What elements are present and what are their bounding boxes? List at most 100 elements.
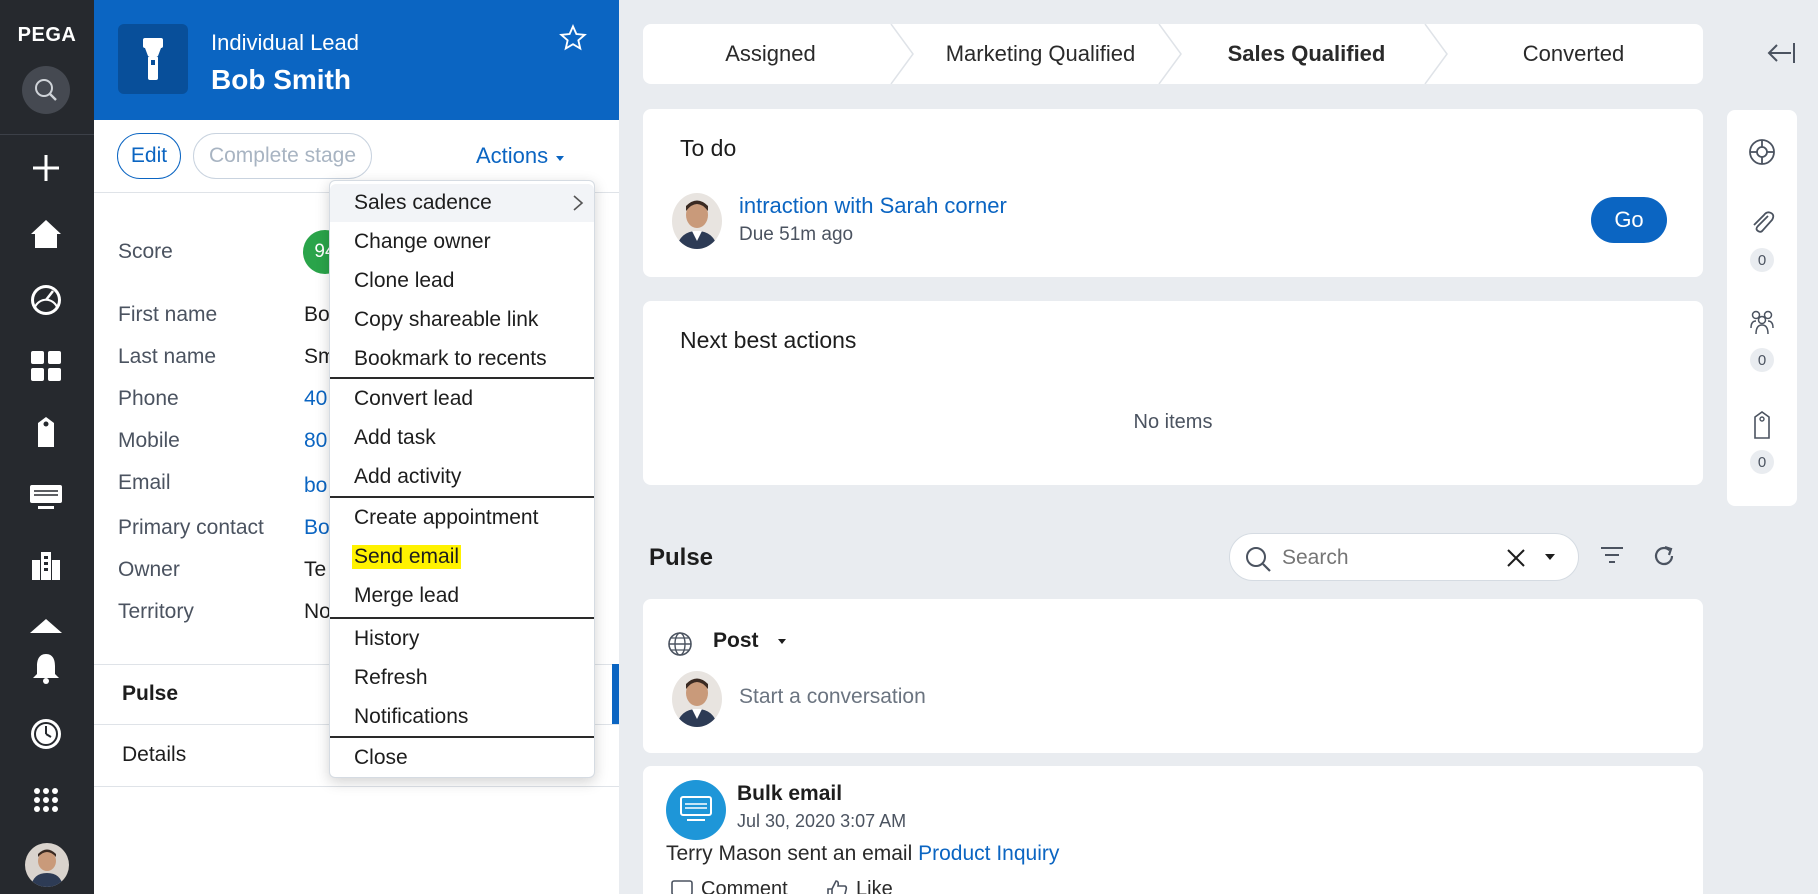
go-button[interactable]: Go [1591, 197, 1667, 243]
actions-menu-button[interactable]: Actions [476, 143, 565, 169]
search-icon[interactable] [22, 66, 70, 114]
menu-item-sales-cadence[interactable]: Sales cadence [330, 184, 594, 222]
actions-dropdown-menu: Sales cadence Change owner Clone lead Co… [329, 180, 595, 778]
help-lifebuoy-icon[interactable] [1748, 138, 1776, 166]
menu-item-create-appointment[interactable]: Create appointment [330, 499, 594, 537]
phone-label: Phone [118, 387, 179, 410]
like-button[interactable]: Like [826, 878, 893, 894]
email-link[interactable]: bo [304, 474, 327, 498]
chevron-right-icon [572, 194, 584, 218]
primary-contact-link[interactable]: Bo [304, 516, 330, 540]
phone-link[interactable]: 40 [304, 387, 327, 411]
attachments-count: 0 [1750, 248, 1774, 272]
tag-icon[interactable] [1748, 410, 1776, 439]
nav-divider [0, 134, 94, 135]
first-name-value: Bo [304, 303, 330, 326]
owner-label: Owner [118, 558, 180, 581]
menu-separator [330, 496, 594, 498]
complete-stage-button[interactable]: Complete stage [193, 133, 372, 179]
stage-marketing-qualified[interactable]: Marketing Qualified [913, 24, 1168, 84]
pulse-title: Pulse [649, 544, 714, 571]
edit-button[interactable]: Edit [117, 133, 181, 179]
comment-button[interactable]: Comment [671, 878, 788, 894]
stage-converted[interactable]: Converted [1446, 24, 1701, 84]
menu-item-clone-lead[interactable]: Clone lead [330, 262, 594, 300]
search-icon [1244, 545, 1272, 578]
pulse-search-input[interactable] [1282, 546, 1482, 570]
menu-item-close[interactable]: Close [330, 739, 594, 777]
menu-item-change-owner[interactable]: Change owner [330, 223, 594, 261]
case-type: Individual Lead [211, 30, 360, 55]
stage-sales-qualified[interactable]: Sales Qualified [1179, 24, 1434, 84]
next-best-actions-card: Next best actions No items [643, 301, 1703, 485]
filter-icon[interactable] [1599, 543, 1625, 572]
apps-icon[interactable] [22, 346, 70, 386]
grid-icon[interactable] [22, 780, 70, 820]
refresh-icon[interactable] [1651, 543, 1677, 574]
flashlight-icon [118, 24, 188, 94]
product-inquiry-link[interactable]: Product Inquiry [918, 842, 1059, 865]
last-name-label: Last name [118, 345, 217, 368]
menu-item-merge-lead[interactable]: Merge lead [330, 577, 594, 615]
conversation-input[interactable]: Start a conversation [739, 685, 926, 709]
collapse-panel-icon[interactable] [1765, 40, 1797, 66]
menu-item-refresh[interactable]: Refresh [330, 659, 594, 697]
close-icon[interactable] [1506, 548, 1526, 573]
followers-icon[interactable] [1748, 308, 1776, 336]
feed-item-timestamp: Jul 30, 2020 3:07 AM [737, 811, 907, 831]
feed-item-text: Terry Mason sent an email Product Inquir… [666, 842, 1060, 865]
menu-item-copy-shareable-link[interactable]: Copy shareable link [330, 301, 594, 339]
todo-title: To do [680, 135, 737, 161]
feed-item-card: Bulk email Jul 30, 2020 3:07 AM Terry Ma… [643, 766, 1703, 894]
post-composer-card: Post Start a conversation [643, 599, 1703, 753]
tag-icon[interactable] [22, 412, 70, 452]
send-email-label: Send email [352, 545, 462, 569]
menu-item-send-email[interactable]: Send email [330, 538, 594, 576]
menu-item-convert-lead[interactable]: Convert lead [330, 380, 594, 418]
cloud-icon[interactable] [22, 606, 70, 646]
tab-pulse[interactable]: Pulse [122, 682, 178, 706]
active-tab-indicator [612, 664, 619, 724]
utility-rail: 0 0 0 [1727, 110, 1797, 506]
menu-item-bookmark-to-recents[interactable]: Bookmark to recents [330, 340, 594, 378]
home-icon[interactable] [22, 214, 70, 254]
history-icon[interactable] [22, 714, 70, 754]
attachment-icon[interactable] [1748, 208, 1776, 236]
nba-empty-text: No items [1133, 411, 1213, 433]
menu-item-history[interactable]: History [330, 620, 594, 658]
assignee-avatar [672, 193, 722, 249]
stage-bar: Assigned Marketing Qualified Sales Quali… [643, 24, 1703, 84]
chevron-down-icon[interactable] [1545, 554, 1555, 560]
dashboard-icon[interactable] [22, 280, 70, 320]
menu-item-notifications[interactable]: Notifications [330, 698, 594, 736]
menu-item-add-activity[interactable]: Add activity [330, 458, 594, 496]
followers-count: 0 [1750, 348, 1774, 372]
tags-count: 0 [1750, 450, 1774, 474]
todo-task-link[interactable]: intraction with Sarah corner [739, 193, 1007, 219]
territory-value: No [304, 600, 331, 623]
actions-label: Actions [476, 143, 549, 168]
plus-icon[interactable] [22, 148, 70, 188]
menu-item-add-task[interactable]: Add task [330, 419, 594, 457]
post-type-selector[interactable]: Post [713, 629, 759, 653]
bell-icon[interactable] [22, 648, 70, 688]
monitor-icon[interactable] [22, 478, 70, 518]
mobile-link[interactable]: 80 [304, 429, 327, 453]
divider [94, 786, 619, 787]
lead-header: Individual Lead Bob Smith [94, 0, 619, 120]
tab-details[interactable]: Details [122, 743, 186, 767]
chevron-down-icon[interactable] [778, 639, 786, 644]
first-name-label: First name [118, 303, 218, 326]
primary-contact-label: Primary contact [118, 516, 264, 539]
left-nav: PEGA [0, 0, 94, 894]
user-avatar[interactable] [25, 843, 69, 887]
menu-separator [330, 617, 594, 619]
pulse-search-box [1229, 533, 1579, 581]
mobile-label: Mobile [118, 429, 180, 452]
stage-assigned[interactable]: Assigned [643, 24, 898, 84]
owner-value: Te [304, 558, 327, 581]
menu-separator [330, 736, 594, 738]
buildings-icon[interactable] [22, 546, 70, 586]
feed-item-title: Bulk email [737, 782, 843, 805]
star-icon[interactable] [559, 24, 587, 52]
